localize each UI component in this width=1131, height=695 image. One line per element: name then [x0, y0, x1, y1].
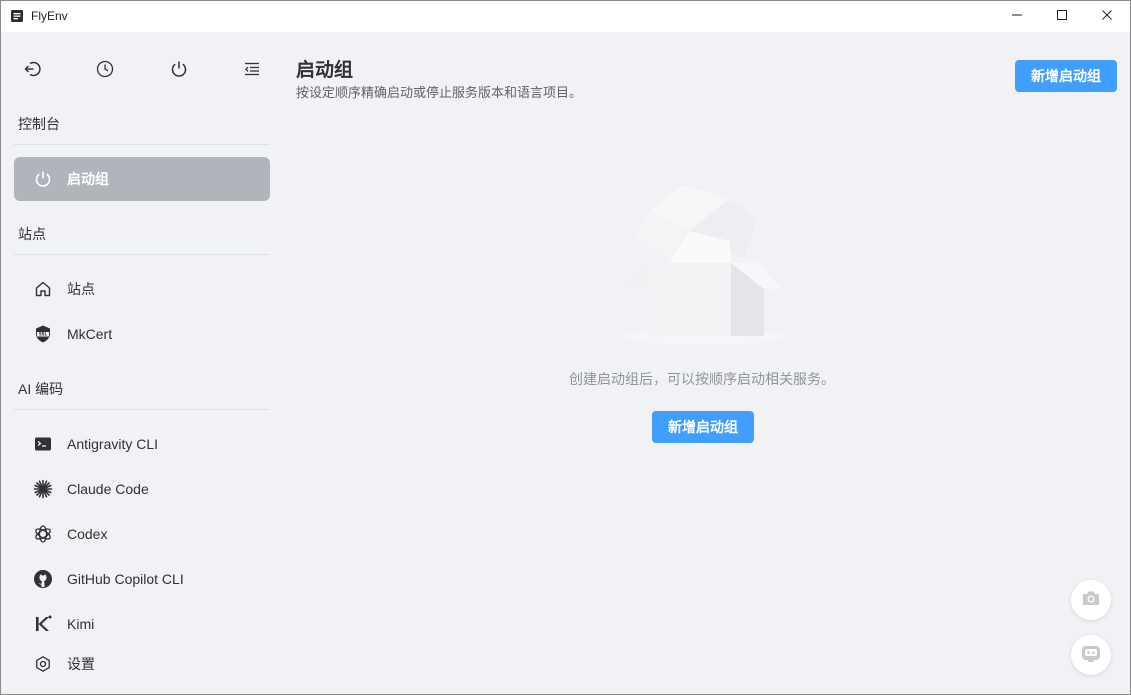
divider — [14, 144, 270, 145]
section-title-sites: 站点 — [18, 226, 46, 242]
app-window: FlyEnv 控制台 启动组 站点 站点 SSL MkCert AI 编码 An… — [0, 0, 1131, 695]
minimize-button[interactable] — [994, 1, 1039, 32]
page-subtitle: 按设定顺序精确启动或停止服务版本和语言项目。 — [296, 85, 583, 100]
sidebar-item-label: GitHub Copilot CLI — [67, 571, 184, 587]
section-title-console: 控制台 — [18, 116, 60, 132]
clock-icon[interactable] — [94, 58, 116, 80]
sidebar-item-label: 启动组 — [67, 171, 109, 187]
sidebar-item-label: 站点 — [67, 281, 95, 297]
sidebar-item-sites[interactable]: 站点 — [14, 267, 270, 311]
power-icon[interactable] — [168, 58, 190, 80]
ai-assistant-button[interactable] — [1071, 635, 1111, 675]
sidebar-item-label: Antigravity CLI — [67, 436, 159, 452]
ssl-shield-icon: SSL — [33, 324, 53, 344]
add-launch-group-button-empty[interactable]: 新增启动组 — [652, 411, 754, 443]
sidebar-item-label: 设置 — [67, 656, 95, 672]
sidebar-item-label: Codex — [67, 526, 108, 542]
sidebar: 控制台 启动组 站点 站点 SSL MkCert AI 编码 Antigravi… — [1, 32, 283, 694]
sidebar-item-label: Kimi — [67, 616, 95, 632]
camera-icon — [1080, 587, 1102, 614]
settings-icon — [33, 654, 53, 674]
sidebar-item-github-copilot-cli[interactable]: GitHub Copilot CLI — [14, 557, 270, 601]
home-icon — [33, 279, 53, 299]
divider — [14, 254, 270, 255]
sidebar-item-label: MkCert — [67, 326, 113, 342]
robot-icon — [1079, 641, 1103, 670]
close-button[interactable] — [1084, 1, 1129, 32]
openai-icon — [33, 524, 53, 544]
sidebar-item-mkcert[interactable]: SSL MkCert — [14, 312, 270, 356]
section-title-ai-coding: AI 编码 — [18, 381, 64, 397]
add-launch-group-button[interactable]: 新增启动组 — [1015, 60, 1117, 92]
sidebar-item-antigravity-cli[interactable]: Antigravity CLI — [14, 422, 270, 466]
sidebar-item-settings[interactable]: 设置 — [14, 642, 270, 686]
close-icon — [1101, 8, 1113, 26]
window-title: FlyEnv — [31, 9, 68, 23]
minimize-icon — [1011, 8, 1023, 26]
collapse-menu-icon[interactable] — [241, 58, 263, 80]
terminal-icon — [33, 434, 53, 454]
sidebar-item-claude-code[interactable]: Claude Code — [14, 467, 270, 511]
kimi-icon — [33, 614, 53, 634]
sidebar-toolbar — [1, 58, 283, 82]
logout-icon[interactable] — [22, 58, 44, 80]
maximize-icon — [1056, 8, 1068, 26]
divider — [14, 409, 270, 410]
github-icon — [33, 569, 53, 589]
empty-box-illustration — [619, 181, 789, 351]
sidebar-item-kimi[interactable]: Kimi — [14, 602, 270, 646]
screenshot-button[interactable] — [1071, 580, 1111, 620]
sidebar-item-launch-group[interactable]: 启动组 — [14, 157, 270, 201]
sidebar-item-label: Claude Code — [67, 481, 149, 497]
title-bar: FlyEnv — [1, 1, 1130, 32]
empty-description: 创建启动组后，可以按顺序启动相关服务。 — [569, 371, 835, 387]
maximize-button[interactable] — [1039, 1, 1084, 32]
app-logo-icon — [10, 9, 24, 23]
page-title: 启动组 — [296, 60, 354, 81]
claude-icon — [33, 479, 53, 499]
power-icon — [33, 169, 53, 189]
svg-text:SSL: SSL — [39, 332, 48, 337]
sidebar-item-codex[interactable]: Codex — [14, 512, 270, 556]
